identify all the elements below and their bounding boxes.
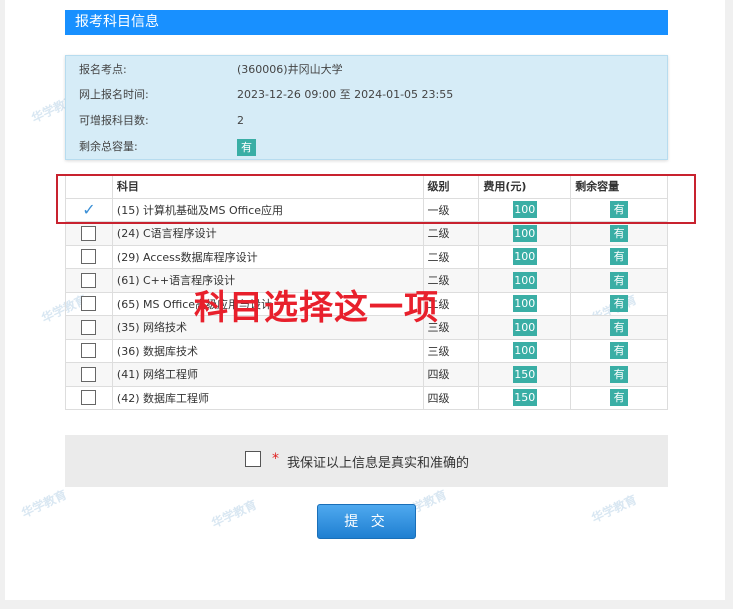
subject-name: (42) 数据库工程师 [111,385,424,410]
info-label: 可增报科目数: [79,114,149,127]
header-level: 级别 [422,174,480,199]
subject-checkbox[interactable] [81,366,97,382]
subject-checkbox[interactable] [81,343,97,359]
subject-name: (41) 网络工程师 [111,362,424,387]
subject-name: (24) C语言程序设计 [111,221,424,246]
remaining-badge: 有 [610,248,629,266]
info-value: (360006)井冈山大学 [237,63,343,76]
fee-badge: 150 [512,365,537,383]
fee-badge: 100 [512,248,537,266]
subject-checkbox[interactable] [81,272,97,288]
exam-info-panel: 报名考点: (360006)井冈山大学 网上报名时间: 2023-12-26 0… [65,55,668,160]
subject-level: 二级 [422,221,480,246]
remaining-badge: 有 [610,342,629,360]
fee-badge: 150 [512,389,537,407]
required-mark: * [272,451,279,467]
fee-badge: 100 [512,201,537,219]
remaining-badge: 有 [610,389,629,407]
remaining-badge: 有 [610,295,629,313]
info-value: 2 [237,114,244,127]
capacity-badge: 有 [237,139,256,156]
agreement-panel: * 我保证以上信息是真实和准确的 [65,435,668,487]
subject-level: 二级 [422,244,480,269]
section-title: 报考科目信息 [65,10,668,35]
subject-checkbox[interactable] [81,296,97,312]
subject-checkbox[interactable] [81,319,97,335]
remaining-badge: 有 [610,271,629,289]
table-row[interactable]: (24) C语言程序设计 二级 100 有 [65,221,668,246]
subject-name: (15) 计算机基础及MS Office应用 [111,197,424,222]
remaining-badge: 有 [610,201,629,219]
subject-level: 四级 [422,385,480,410]
header-remaining: 剩余容量 [570,174,668,199]
table-header-row: 科目 级别 费用(元) 剩余容量 [65,174,668,199]
fee-badge: 100 [512,342,537,360]
fee-badge: 100 [512,318,537,336]
subject-name: (36) 数据库技术 [111,338,424,363]
subject-level: 一级 [422,197,480,222]
subject-checkbox[interactable] [81,225,97,241]
table-row[interactable]: (29) Access数据库程序设计 二级 100 有 [65,244,668,269]
info-value: 2023-12-26 09:00 至 2024-01-05 23:55 [237,88,454,101]
header-select [65,174,113,199]
remaining-badge: 有 [610,365,629,383]
annotation-text: 科目选择这一项 [194,288,439,328]
subject-level: 四级 [422,362,480,387]
table-row[interactable]: (41) 网络工程师 四级 150 有 [65,362,668,387]
info-label: 报名考点: [79,63,127,76]
fee-badge: 100 [512,224,537,242]
checkmark-icon[interactable]: ✓ [82,200,95,219]
submit-button[interactable]: 提 交 [317,504,416,539]
agreement-checkbox[interactable] [245,451,261,467]
agreement-label: 我保证以上信息是真实和准确的 [287,456,470,471]
table-row[interactable]: ✓ (15) 计算机基础及MS Office应用 一级 100 有 [65,197,668,222]
subject-level: 三级 [422,338,480,363]
remaining-badge: 有 [610,318,629,336]
info-label: 网上报名时间: [79,88,149,101]
subject-checkbox[interactable] [81,249,97,265]
subject-name: (29) Access数据库程序设计 [111,244,424,269]
table-row[interactable]: (36) 数据库技术 三级 100 有 [65,338,668,363]
table-row[interactable]: (42) 数据库工程师 四级 150 有 [65,385,668,410]
subject-checkbox[interactable] [81,390,97,406]
fee-badge: 100 [512,295,537,313]
fee-badge: 100 [512,271,537,289]
header-subject: 科目 [111,174,424,199]
header-fee: 费用(元) [478,174,572,199]
remaining-badge: 有 [610,224,629,242]
info-label: 剩余总容量: [79,140,138,153]
